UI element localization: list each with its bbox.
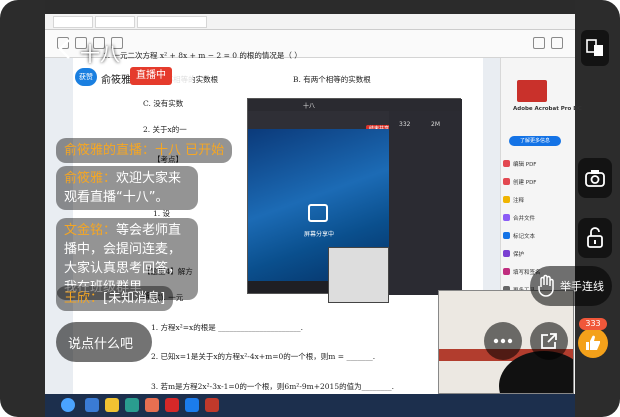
chat-message: 王欣：[未知消息] bbox=[56, 286, 174, 311]
question-eq-1: 1. 方程x²=x的根是 ______________________. bbox=[151, 323, 304, 332]
more-button[interactable] bbox=[484, 322, 522, 360]
create-pdf-icon bbox=[503, 178, 510, 185]
raise-hand-button[interactable]: 举手连线 bbox=[530, 266, 612, 306]
raise-hand-label: 举手连线 bbox=[560, 280, 604, 293]
share-icon bbox=[541, 333, 557, 349]
camera-icon bbox=[585, 170, 605, 187]
question-2: 2. 关于x的一 bbox=[143, 125, 187, 134]
tab-tools[interactable] bbox=[95, 16, 135, 28]
option-c: C. 没有实数 bbox=[143, 99, 184, 108]
thumbs-up-icon bbox=[586, 335, 600, 350]
acrobat-titlebar bbox=[45, 0, 575, 14]
split-screen-button[interactable] bbox=[581, 30, 609, 66]
ie-icon[interactable] bbox=[85, 398, 99, 412]
meeting-title: 十八 bbox=[303, 103, 316, 110]
screenshot-button[interactable] bbox=[578, 158, 612, 198]
chat-input-button[interactable]: 说点什么吧 bbox=[56, 322, 152, 362]
live-stream-viewer: 1. 一元二次方程 x² + 8x + m − 2 = 0 的根的情况是（ ） … bbox=[0, 0, 620, 417]
acro-item-mark[interactable]: 标记文本 bbox=[513, 232, 535, 240]
acrobat-tabbar bbox=[45, 14, 575, 30]
share-button[interactable] bbox=[530, 322, 568, 360]
meeting-task-icon[interactable] bbox=[185, 398, 199, 412]
screen-share-icon bbox=[308, 204, 328, 222]
host-name: 俞筱雅 bbox=[101, 75, 131, 86]
highlight-icon bbox=[503, 232, 510, 239]
app-icon[interactable] bbox=[125, 398, 139, 412]
pdf-task-icon[interactable] bbox=[205, 398, 219, 412]
meeting-window: 十八 结束共享 屏幕分享中 332 2M bbox=[247, 98, 462, 303]
windows-taskbar bbox=[45, 394, 575, 417]
tab-home[interactable] bbox=[53, 16, 93, 28]
screen-share-status: 屏幕分享中 bbox=[304, 231, 335, 238]
meeting-sidebar: 332 2M bbox=[389, 111, 462, 295]
raise-hand-icon bbox=[538, 274, 554, 297]
protect-icon bbox=[503, 250, 510, 257]
like-count: 333 bbox=[579, 318, 607, 330]
option-b: B. 有两个相等的实数根 bbox=[293, 75, 371, 84]
edit-pdf-icon bbox=[503, 160, 510, 167]
chat-input-label: 说点什么吧 bbox=[68, 337, 134, 352]
question-1: 1. 一元二次方程 x² + 8x + m − 2 = 0 的根的情况是（ ） bbox=[103, 51, 302, 60]
room-title: 十八 bbox=[80, 42, 120, 66]
acrobat-task-icon[interactable] bbox=[165, 398, 179, 412]
chat-message: 俞筱雅：欢迎大家来观看直播“十八”。 bbox=[56, 166, 198, 210]
question-eq-2: 2. 已知x=1是关于x的方程x²-4x+m=0的一个根，则m = ______… bbox=[151, 352, 376, 361]
comment-icon bbox=[503, 196, 510, 203]
tab-document[interactable] bbox=[137, 16, 207, 28]
acro-item-create[interactable]: 创建 PDF bbox=[513, 178, 536, 186]
like-button[interactable]: 333 bbox=[576, 318, 610, 360]
unlock-icon bbox=[587, 227, 603, 248]
learn-more-button[interactable]: 了解更多信息 bbox=[509, 136, 561, 146]
more-icon bbox=[493, 338, 513, 344]
sign-icon bbox=[503, 268, 510, 275]
share-icon[interactable] bbox=[551, 37, 563, 49]
app2-icon[interactable] bbox=[145, 398, 159, 412]
split-screen-icon bbox=[586, 39, 603, 56]
acro-item-edit[interactable]: 编辑 PDF bbox=[513, 160, 536, 168]
acro-item-protect[interactable]: 保护 bbox=[513, 250, 524, 258]
chat-message-system: 俞筱雅的直播：十八 已开始 bbox=[56, 138, 233, 163]
host-badge: 获赞 bbox=[75, 68, 97, 86]
start-icon[interactable] bbox=[61, 398, 75, 412]
acrobat-title: Adobe Acrobat Pro DC bbox=[513, 106, 582, 112]
back-arrow-icon[interactable] bbox=[55, 38, 75, 60]
lock-screen-button[interactable] bbox=[578, 218, 612, 258]
stat-viewers: 332 bbox=[399, 121, 411, 128]
sign-in-icon[interactable] bbox=[533, 37, 545, 49]
meeting-header: 十八 bbox=[248, 99, 462, 111]
acro-item-comment[interactable]: 注释 bbox=[513, 196, 524, 204]
acrobat-logo-icon bbox=[517, 80, 547, 102]
stat-bandwidth: 2M bbox=[431, 121, 440, 128]
folder-icon[interactable] bbox=[105, 398, 119, 412]
teacher-camera-pip bbox=[328, 247, 389, 303]
live-status-badge: 直播中 bbox=[130, 67, 172, 85]
acro-item-combine[interactable]: 合并文件 bbox=[513, 214, 535, 222]
question-eq-3: 3. 若m是方程2x²-3x-1=0的一个根，则6m²-9m+2015的值为__… bbox=[151, 382, 394, 391]
combine-icon bbox=[503, 214, 510, 221]
like-circle bbox=[578, 328, 608, 358]
screen-share-view: 屏幕分享中 bbox=[248, 129, 389, 303]
